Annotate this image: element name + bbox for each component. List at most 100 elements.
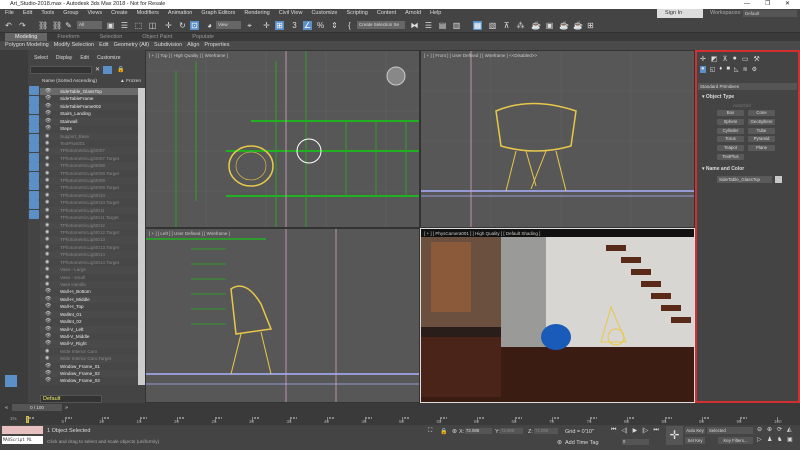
object-name-input[interactable]: SideTable_GlassTop bbox=[717, 176, 772, 183]
menu-help[interactable]: Help bbox=[430, 9, 441, 18]
category-dropdown[interactable]: Standard Primitives bbox=[698, 83, 797, 90]
ribbon-tab-modeling[interactable]: Modeling bbox=[5, 33, 48, 41]
clear-search-icon[interactable]: ✕ bbox=[95, 66, 100, 73]
explorer-menu-display[interactable]: Display bbox=[56, 55, 72, 61]
zoom-all-icon[interactable]: ⊕ bbox=[767, 426, 777, 433]
explorer-filter-icon[interactable] bbox=[29, 105, 39, 114]
list-item[interactable]: ◉ TPhotometricLight010.Target bbox=[40, 199, 138, 207]
explorer-scrollbar[interactable] bbox=[138, 88, 145, 385]
visibility-eye-icon[interactable]: 👁 bbox=[45, 363, 51, 370]
primitive-textplus-button[interactable]: TextPlus bbox=[717, 154, 744, 160]
menu-customize[interactable]: Customize bbox=[311, 9, 337, 18]
visibility-eye-icon[interactable]: ◉ bbox=[45, 133, 49, 140]
explorer-filter-icon[interactable] bbox=[29, 114, 39, 124]
primitive-geosphere-button[interactable]: GeoSphere bbox=[748, 118, 775, 125]
geometry-icon[interactable]: ● bbox=[700, 66, 706, 73]
list-item[interactable]: 👁 Window_Frame_03 bbox=[40, 377, 138, 385]
menu-create[interactable]: Create bbox=[111, 9, 128, 18]
material-editor-icon[interactable]: ⁂ bbox=[516, 21, 525, 30]
list-item[interactable]: ◉ TPhotometricLight010 bbox=[40, 192, 138, 199]
pivot-icon[interactable]: ⌖ bbox=[245, 21, 254, 30]
layer-dropdown[interactable]: Default bbox=[40, 395, 102, 403]
viewport-camera[interactable]: [ + ] [ PhysCamera001 ] [ High Quality ]… bbox=[420, 228, 695, 403]
visibility-eye-icon[interactable]: ◉ bbox=[45, 244, 49, 251]
maxscript-listener-input[interactable]: MAXScript Mi bbox=[2, 436, 43, 444]
time-tag-icon[interactable]: ⊛ bbox=[557, 439, 562, 446]
select-manipulate-icon[interactable]: ✛ bbox=[262, 21, 271, 30]
sign-in-button[interactable]: Sign In bbox=[657, 9, 703, 18]
primitive-plane-button[interactable]: Plane bbox=[748, 145, 775, 152]
orbit-icon[interactable]: ♟ bbox=[767, 436, 777, 443]
list-item[interactable]: ◉ TPhotometricLight007.Target bbox=[40, 154, 138, 163]
list-item[interactable]: ◉ TPhotometricLight008 bbox=[40, 162, 138, 169]
select-by-name-icon[interactable]: ☰ bbox=[120, 21, 129, 30]
explorer-filter-icon[interactable] bbox=[29, 190, 39, 200]
render-setup-icon[interactable]: ☕ bbox=[531, 21, 541, 30]
list-item[interactable]: 👁 Window_Frame_01 bbox=[40, 362, 138, 371]
shapes-icon[interactable]: ◱ bbox=[710, 66, 716, 73]
viewport-layout-icon[interactable] bbox=[5, 375, 17, 387]
rect-selection-icon[interactable]: ⬚ bbox=[134, 21, 143, 30]
visibility-eye-icon[interactable]: 👁 bbox=[45, 340, 51, 347]
render-icon[interactable]: ☕ bbox=[559, 21, 569, 30]
explorer-filter-icon[interactable] bbox=[29, 143, 39, 152]
menu-tools[interactable]: Tools bbox=[41, 9, 54, 18]
selection-filter-dropdown[interactable]: All bbox=[77, 21, 102, 29]
angle-snap-icon[interactable]: ∠ bbox=[303, 21, 312, 30]
x-coordinate-input[interactable]: 72.088 bbox=[465, 428, 492, 434]
visibility-eye-icon[interactable]: ◉ bbox=[45, 199, 49, 206]
visibility-eye-icon[interactable]: ◉ bbox=[45, 281, 49, 288]
z-coordinate-input[interactable]: 72.088 bbox=[534, 428, 558, 434]
pan-icon[interactable]: ▷ bbox=[757, 436, 767, 443]
close-button[interactable]: ✕ bbox=[785, 0, 790, 9]
list-item[interactable]: ◉ Support_Base bbox=[40, 133, 138, 140]
spinner-snap-icon[interactable]: ⇕ bbox=[330, 21, 339, 30]
zoom-extents-icon[interactable]: ⟳ bbox=[777, 426, 787, 433]
absolute-mode-icon[interactable]: ⊛ bbox=[452, 428, 457, 435]
visibility-eye-icon[interactable]: 👁 bbox=[45, 370, 51, 377]
primitive-teapot-button[interactable]: Teapot bbox=[717, 145, 744, 152]
explorer-search-input[interactable] bbox=[30, 66, 92, 74]
visibility-eye-icon[interactable]: ◉ bbox=[45, 348, 49, 355]
ribbon-item-edit[interactable]: Edit bbox=[99, 41, 108, 50]
list-item[interactable]: ◉ Vase Handle bbox=[40, 281, 138, 288]
visibility-eye-icon[interactable]: 👁 bbox=[45, 311, 51, 318]
hierarchy-tab-icon[interactable]: ⊼ bbox=[723, 55, 728, 63]
mirror-icon[interactable]: ⧓ bbox=[410, 21, 419, 30]
visibility-eye-icon[interactable]: 👁 bbox=[45, 88, 51, 95]
rendered-frame-icon[interactable]: ▣ bbox=[545, 21, 554, 30]
percent-snap-icon[interactable]: % bbox=[316, 21, 325, 30]
viewport-label-left[interactable]: [ + ] [ Left ] [ User Defined ] [ Wirefr… bbox=[149, 231, 230, 236]
menu-arnold[interactable]: Arnold bbox=[405, 9, 421, 18]
visibility-eye-icon[interactable]: 👁 bbox=[45, 296, 51, 303]
explorer-filter-icon[interactable] bbox=[29, 162, 39, 171]
play-icon[interactable]: ▶ bbox=[633, 427, 638, 434]
ribbon-tab-populate[interactable]: Populate bbox=[182, 33, 224, 41]
ribbon-item-geometry-all-[interactable]: Geometry (All) bbox=[114, 41, 149, 50]
list-item[interactable]: 👁 SideTable_GlassTop bbox=[40, 88, 138, 96]
bind-space-warp-icon[interactable]: ✎ bbox=[64, 21, 73, 30]
go-to-start-icon[interactable]: ⏮ bbox=[611, 427, 616, 434]
list-item[interactable]: 👁 SideTableFrame002 bbox=[40, 103, 138, 110]
list-item[interactable]: ◉ Vase - Large bbox=[40, 266, 138, 273]
visibility-eye-icon[interactable]: ◉ bbox=[45, 177, 49, 184]
list-item[interactable]: 👁 WallInt_02 bbox=[40, 318, 138, 326]
render-iterative-icon[interactable]: ☕ bbox=[573, 21, 583, 30]
lock-icon[interactable]: 🔒 bbox=[117, 66, 124, 73]
curve-editor-icon[interactable]: ▧ bbox=[488, 21, 497, 30]
ribbon-tab-object-paint[interactable]: Object Paint bbox=[132, 33, 182, 41]
list-item[interactable]: ◉ TPhotometricLight011.Target bbox=[40, 214, 138, 222]
explorer-menu-select[interactable]: Select bbox=[34, 55, 48, 61]
menu-rendering[interactable]: Rendering bbox=[244, 9, 269, 18]
visibility-eye-icon[interactable]: ◉ bbox=[45, 162, 49, 169]
list-item[interactable]: 👁 Wall-H_Top bbox=[40, 303, 138, 311]
explorer-filter-icon[interactable] bbox=[29, 209, 39, 219]
explorer-menu-customize[interactable]: Customize bbox=[97, 55, 121, 61]
list-item[interactable]: 👁 Stairwall bbox=[40, 118, 138, 125]
ribbon-item-subdivision[interactable]: Subdivision bbox=[154, 41, 182, 50]
ribbon-toggle-icon[interactable]: ▥ bbox=[452, 21, 461, 30]
place-icon[interactable]: ◕ bbox=[205, 21, 214, 30]
zoom-icon[interactable]: ⊖ bbox=[757, 426, 767, 433]
modify-tab-icon[interactable]: ◩ bbox=[711, 55, 718, 63]
auto-key-button[interactable]: Auto Key bbox=[685, 427, 705, 434]
